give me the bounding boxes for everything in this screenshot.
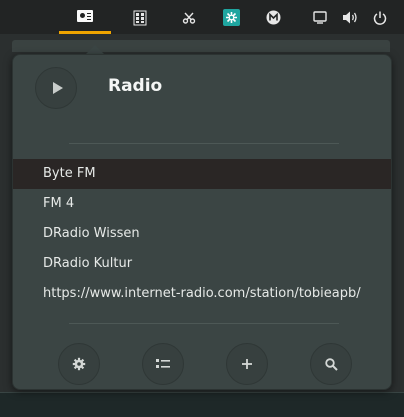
search-icon	[324, 357, 338, 371]
volume-icon[interactable]	[341, 9, 359, 26]
desktop-background	[0, 392, 404, 417]
radio-popup-menu: Radio Byte FM FM 4 DRadio Wissen DRadio …	[12, 54, 392, 390]
radio-icon	[77, 10, 93, 22]
screen-icon[interactable]	[312, 9, 328, 26]
station-item[interactable]: https://www.internet-radio.com/station/t…	[13, 279, 391, 309]
apps-grid-icon[interactable]	[131, 9, 149, 26]
list-icon	[156, 359, 170, 368]
settings-button[interactable]	[58, 343, 100, 385]
gear-icon	[72, 357, 86, 371]
active-indicator-underline	[59, 31, 111, 34]
list-button[interactable]	[142, 343, 184, 385]
radio-indicator[interactable]	[59, 0, 111, 34]
scissors-icon[interactable]	[180, 9, 198, 26]
plus-icon	[242, 359, 252, 369]
app-icon-teal[interactable]	[222, 9, 240, 26]
m-badge-icon[interactable]	[264, 9, 282, 26]
add-button[interactable]	[226, 343, 268, 385]
station-item[interactable]: Byte FM	[13, 159, 391, 189]
play-button[interactable]	[35, 67, 77, 109]
separator	[69, 323, 339, 324]
play-icon	[52, 82, 63, 94]
station-item[interactable]: DRadio Wissen	[13, 219, 391, 249]
station-item[interactable]: FM 4	[13, 189, 391, 219]
separator	[69, 143, 339, 144]
action-buttons	[13, 343, 391, 385]
popup-title: Radio	[108, 76, 163, 96]
station-list: Byte FM FM 4 DRadio Wissen DRadio Kultur…	[13, 159, 391, 309]
background-window-edge	[12, 40, 390, 52]
search-button[interactable]	[310, 343, 352, 385]
power-icon[interactable]	[372, 9, 388, 26]
station-item[interactable]: DRadio Kultur	[13, 249, 391, 279]
top-panel	[0, 0, 404, 34]
